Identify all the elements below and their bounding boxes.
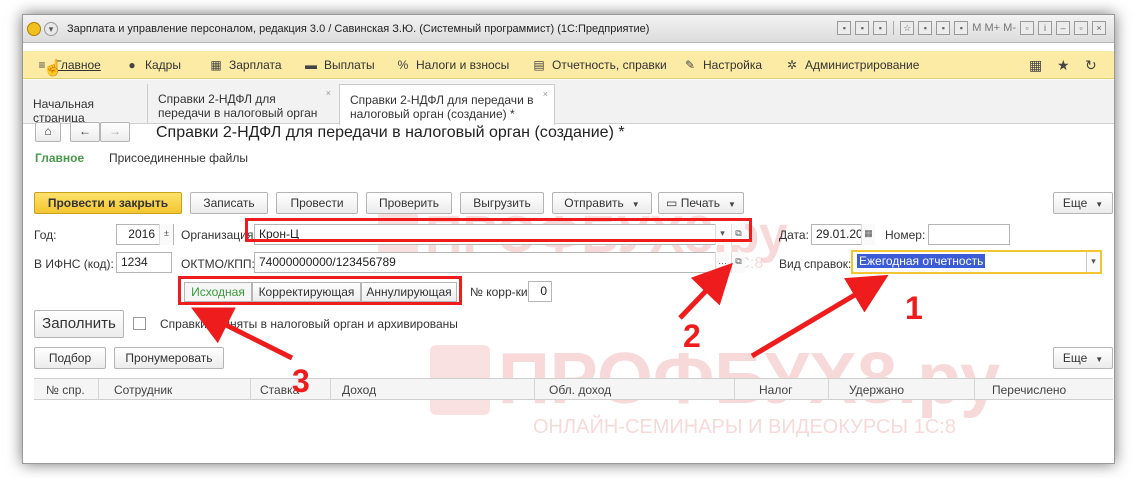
annotation-number-2: 2: [683, 318, 701, 354]
arrow-1: [750, 274, 889, 359]
arrow-2: [678, 262, 733, 320]
annotation-arrows: [191, 262, 889, 361]
annotation-number-1: 1: [905, 290, 923, 326]
arrow-3: [191, 307, 294, 361]
annotation-number-3: 3: [292, 363, 310, 399]
